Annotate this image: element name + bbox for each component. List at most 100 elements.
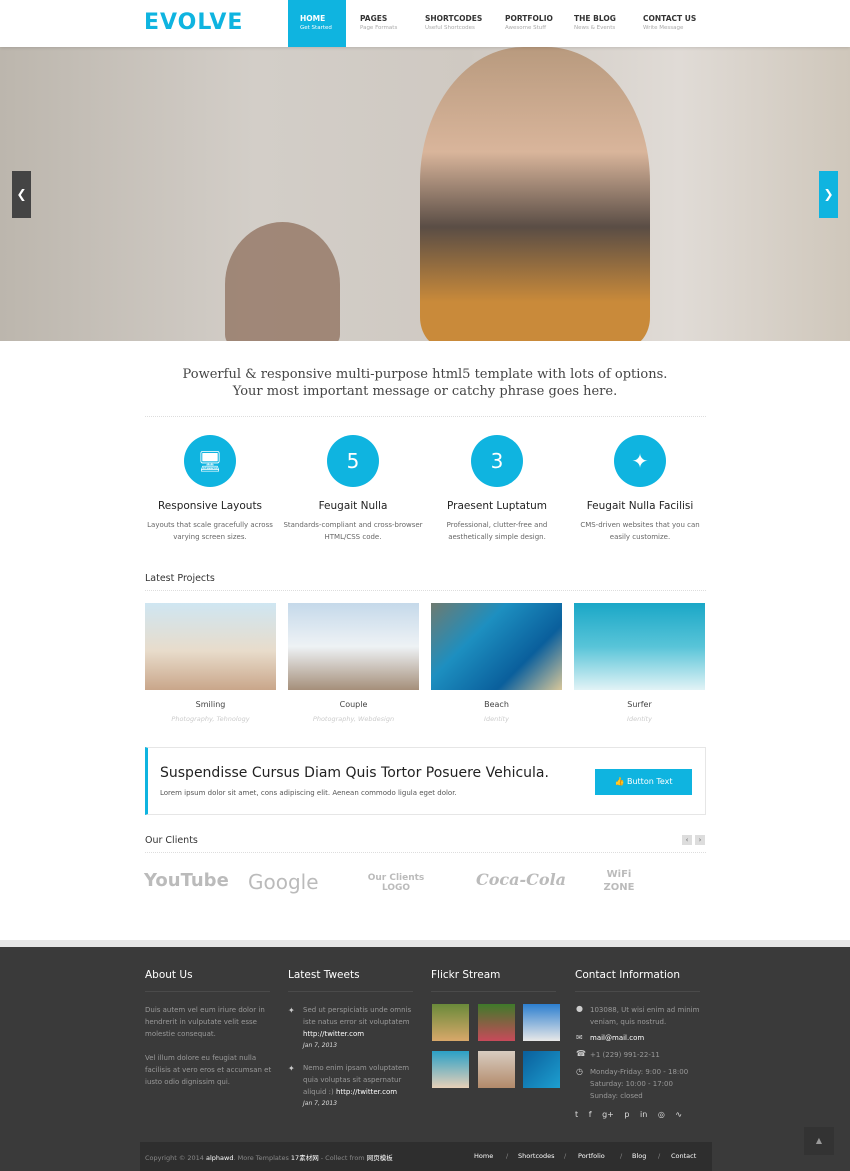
map-marker-icon: ● — [576, 1004, 583, 1013]
site-link[interactable]: 17素材网 — [291, 1154, 319, 1162]
divider — [145, 416, 706, 417]
project-item[interactable]: Smiling Photography, Tehnology — [145, 603, 276, 723]
divider — [145, 991, 270, 992]
client-logo-google: Google — [248, 870, 319, 894]
feature-title: Praesent Luptatum — [447, 500, 547, 512]
flickr-thumb[interactable] — [478, 1051, 515, 1088]
project-name[interactable]: Couple — [288, 700, 419, 709]
callout-title: Suspendisse Cursus Diam Quis Tortor Posu… — [160, 765, 549, 781]
project-tags: Identity — [484, 715, 509, 723]
flickr-title: Flickr Stream — [431, 969, 501, 981]
envelope-icon: ✉ — [576, 1033, 583, 1042]
nav-pages[interactable]: PAGES Page Formats — [348, 0, 412, 47]
divider — [145, 590, 706, 591]
clock-icon: ◷ — [576, 1067, 583, 1076]
thumbs-up-icon: 👍 — [614, 777, 627, 786]
client-logo-youtube: YouTube — [144, 870, 229, 891]
hero-image-woman-back — [225, 222, 340, 341]
tweet-date: Jan 7, 2013 — [303, 1042, 338, 1049]
footer-link-home[interactable]: Home — [474, 1152, 493, 1160]
divider — [431, 991, 556, 992]
tweet-link[interactable]: http://twitter.com — [336, 1088, 397, 1096]
tweet-item: Nemo enim ipsam voluptatem quia voluptas… — [303, 1062, 418, 1110]
project-item[interactable]: Surfer Identity — [574, 603, 705, 723]
client-logo-coca-cola: Coca-Cola — [476, 870, 567, 889]
project-tags: Photography, Tehnology — [171, 715, 250, 723]
separator: / — [620, 1152, 623, 1160]
tagline-line-1: Powerful & responsive multi-purpose html… — [182, 367, 668, 382]
flickr-thumb[interactable] — [523, 1004, 560, 1041]
feature-text: Layouts that scale gracefully across var… — [147, 521, 273, 541]
twitter-icon: ✦ — [288, 1064, 295, 1073]
client-logo-wifi: WiFi ZONE — [603, 869, 635, 893]
twitter-icon[interactable]: t — [575, 1110, 578, 1119]
html5-icon: 5 — [327, 435, 379, 487]
separator: / — [506, 1152, 509, 1160]
project-image[interactable] — [145, 603, 276, 690]
separator: / — [658, 1152, 661, 1160]
divider — [575, 991, 700, 992]
flickr-thumb[interactable] — [478, 1004, 515, 1041]
footer-link-portfolio[interactable]: Portfolio — [578, 1152, 605, 1160]
logo[interactable]: EVOLVE — [144, 10, 243, 35]
divider — [288, 991, 413, 992]
footer-link-blog[interactable]: Blog — [632, 1152, 646, 1160]
nav-portfolio[interactable]: PORTFOLIO Awesome Stuff — [493, 0, 561, 47]
phone-icon: ☎ — [576, 1049, 586, 1058]
nav-contact[interactable]: CONTACT US Write Message — [631, 0, 711, 47]
contact-phone: +1 (229) 991-22-11 — [590, 1051, 660, 1059]
site-link[interactable]: 网页模板 — [367, 1154, 393, 1162]
chevron-left-icon[interactable]: ❮ — [12, 171, 31, 218]
chevron-right-icon[interactable]: › — [695, 835, 705, 845]
feature-text: CMS-driven websites that you can easily … — [580, 521, 700, 541]
tweets-title: Latest Tweets — [288, 969, 360, 981]
footer-link-shortcodes[interactable]: Shortcodes — [518, 1152, 555, 1160]
project-image[interactable] — [431, 603, 562, 690]
callout-text: Lorem ipsum dolor sit amet, cons adipisc… — [160, 789, 457, 797]
project-image[interactable] — [288, 603, 419, 690]
nav-home[interactable]: HOME Get Started — [288, 0, 346, 47]
chevron-right-icon[interactable]: ❯ — [819, 171, 838, 218]
nav-blog[interactable]: THE BLOG News & Events — [562, 0, 630, 47]
linkedin-icon[interactable]: in — [640, 1110, 647, 1119]
contact-email[interactable]: mail@mail.com — [590, 1032, 644, 1044]
separator: / — [564, 1152, 567, 1160]
google-plus-icon[interactable]: g+ — [602, 1110, 614, 1119]
tweet-date: Jan 7, 2013 — [303, 1100, 338, 1107]
facebook-icon[interactable]: f — [589, 1110, 592, 1119]
project-name[interactable]: Smiling — [145, 700, 276, 709]
contact-title: Contact Information — [575, 969, 680, 981]
project-item[interactable]: Beach Identity — [431, 603, 562, 723]
client-logo-generic: Our Clients LOGO — [367, 873, 425, 893]
feature-item: 5 Feugait Nulla Standards-compliant and cr… — [283, 435, 423, 543]
footer-link-contact[interactable]: Contact — [671, 1152, 696, 1160]
magic-wand-icon: ✦ — [614, 435, 666, 487]
feature-text: Standards-compliant and cross-browser HT… — [283, 521, 423, 541]
about-text: Duis autem vel eum iriure dolor in hendr… — [145, 1004, 280, 1088]
feature-title: Feugait Nulla Facilisi — [586, 500, 694, 512]
pinterest-icon[interactable]: p — [624, 1110, 629, 1119]
project-tags: Photography, Webdesign — [312, 715, 395, 723]
rss-icon[interactable]: ∿ — [675, 1110, 682, 1119]
project-image[interactable] — [574, 603, 705, 690]
project-name[interactable]: Beach — [431, 700, 562, 709]
flickr-thumb[interactable] — [432, 1051, 469, 1088]
callout-button[interactable]: 👍 Button Text — [595, 769, 692, 795]
contact-address: 103088, Ut wisi enim ad minim veniam, qu… — [590, 1006, 700, 1026]
tweet-link[interactable]: http://twitter.com — [303, 1030, 364, 1038]
flickr-thumb[interactable] — [432, 1004, 469, 1041]
project-tags: Identity — [627, 715, 652, 723]
about-title: About Us — [145, 969, 193, 981]
chevron-up-icon[interactable]: ▲ — [804, 1127, 834, 1155]
flickr-thumb[interactable] — [523, 1051, 560, 1088]
bottom-bar: Copyright © 2014 alphawd. More Templates… — [140, 1142, 712, 1171]
feature-title: Responsive Layouts — [157, 500, 263, 512]
author-link[interactable]: alphawd — [206, 1154, 233, 1162]
feature-item: 🖥 Responsive Layouts Layouts that scale gr… — [140, 435, 280, 543]
chevron-left-icon[interactable]: ‹ — [682, 835, 692, 845]
nav-shortcodes[interactable]: SHORTCODES Useful Shortcodes — [413, 0, 493, 47]
project-item[interactable]: Couple Photography, Webdesign — [288, 603, 419, 723]
dribbble-icon[interactable]: ◎ — [658, 1110, 665, 1119]
project-name[interactable]: Surfer — [574, 700, 705, 709]
tagline-line-2: Your most important message or catchy ph… — [232, 384, 618, 399]
